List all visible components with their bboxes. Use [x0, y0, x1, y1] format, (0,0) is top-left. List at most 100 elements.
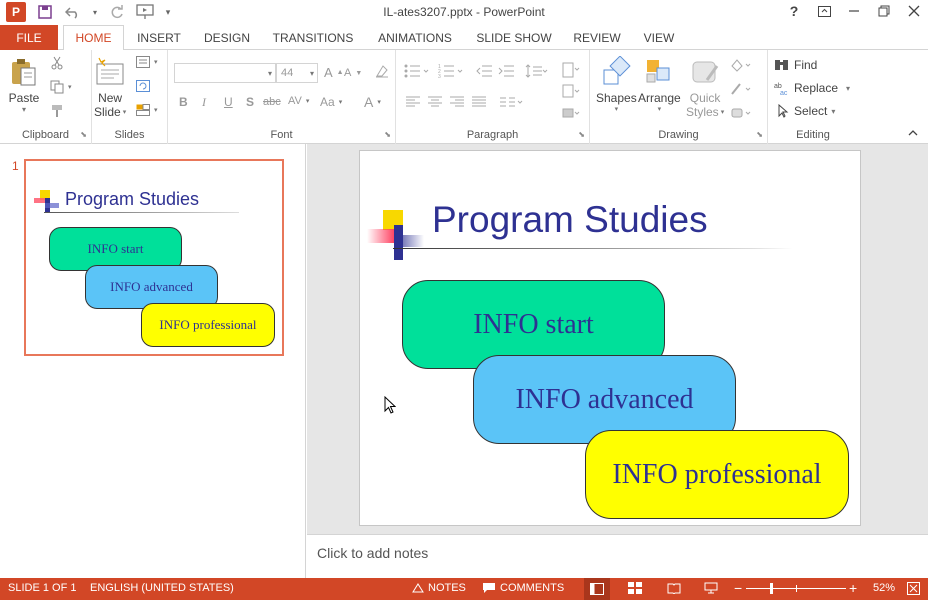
clipboard-launcher-icon[interactable]: ⬊ — [80, 130, 87, 139]
editing-group: Find ab ac Replace ▾ Select ▾ Editing — [768, 50, 858, 144]
paste-button[interactable]: Paste ▾ — [8, 56, 40, 114]
collapse-ribbon-icon[interactable] — [908, 128, 918, 139]
font-size-combo[interactable]: 44 ▾ — [276, 63, 318, 83]
font-color-button[interactable]: A ▾ — [364, 94, 381, 110]
text-direction-icon[interactable] — [562, 62, 580, 78]
replace-button[interactable]: ab ac Replace ▾ — [774, 81, 850, 95]
tab-review[interactable]: REVIEW — [568, 25, 626, 50]
notes-placeholder[interactable]: Click to add notes — [317, 545, 428, 561]
shape-fill-icon[interactable] — [730, 58, 752, 72]
close-icon[interactable] — [906, 2, 922, 20]
justify-icon[interactable] — [472, 96, 486, 108]
tab-view[interactable]: VIEW — [638, 25, 680, 50]
tab-home[interactable]: HOME — [63, 25, 124, 51]
zoom-level[interactable]: 52% — [873, 582, 895, 594]
slide-show-icon — [704, 582, 718, 594]
format-painter-button[interactable] — [50, 104, 64, 118]
shape-info-professional[interactable]: INFO professional — [585, 430, 849, 519]
reset-button[interactable] — [136, 80, 150, 92]
current-slide[interactable]: Program Studies INFO start INFO advanced… — [359, 150, 861, 526]
quick-styles-icon — [692, 61, 719, 83]
copy-button[interactable]: ▾ — [50, 80, 72, 94]
slide-title[interactable]: Program Studies — [432, 199, 708, 241]
select-button[interactable]: Select ▾ — [774, 104, 835, 118]
decrease-font-icon[interactable]: A ▼ — [344, 67, 362, 79]
character-spacing-button[interactable]: AV ▾ — [288, 95, 309, 107]
shadow-button[interactable]: S — [246, 95, 254, 109]
align-right-icon[interactable] — [450, 96, 464, 108]
tab-insert[interactable]: INSERT — [131, 25, 187, 50]
numbering-icon[interactable]: 123 — [438, 64, 464, 78]
help-icon[interactable]: ? — [786, 2, 802, 20]
clear-formatting-icon[interactable] — [374, 64, 390, 78]
zoom-slider-thumb[interactable] — [770, 583, 773, 594]
columns-icon[interactable] — [500, 96, 524, 108]
paragraph-launcher-icon[interactable]: ⬊ — [578, 130, 585, 139]
new-slide-label-1: New — [98, 91, 123, 105]
ribbon-display-icon[interactable] — [816, 2, 832, 20]
restore-icon[interactable] — [876, 2, 892, 20]
fit-to-window-button[interactable] — [907, 582, 920, 595]
slide-show-button[interactable] — [704, 582, 718, 594]
svg-text:ac: ac — [780, 90, 788, 95]
tab-slide-show[interactable]: SLIDE SHOW — [472, 25, 556, 50]
align-text-icon[interactable] — [562, 84, 580, 98]
slides-label: Slides — [114, 129, 145, 141]
section-button[interactable]: ▾ — [136, 104, 158, 116]
character-spacing-label: AV — [288, 95, 302, 107]
quick-styles-button[interactable]: Quick Styles ▾ — [686, 56, 724, 119]
comments-toggle[interactable]: COMMENTS — [482, 582, 564, 594]
smartart-icon[interactable] — [562, 106, 580, 120]
new-slide-button[interactable]: New Slide ▾ — [94, 56, 126, 119]
strikethrough-button[interactable]: abc — [263, 96, 281, 108]
shape-outline-icon[interactable] — [730, 82, 752, 96]
slide-sorter-button[interactable] — [628, 582, 642, 594]
bold-button[interactable]: B — [179, 95, 188, 109]
slide-info: SLIDE 1 OF 1 — [8, 582, 77, 594]
normal-view-button[interactable] — [584, 578, 610, 600]
font-launcher-icon[interactable]: ⬊ — [384, 130, 391, 139]
line-spacing-icon[interactable] — [524, 64, 548, 78]
layout-button[interactable]: ▾ — [136, 56, 158, 68]
replace-icon: abac — [774, 83, 788, 95]
increase-indent-icon[interactable] — [498, 64, 514, 78]
drawing-label: Drawing — [658, 129, 699, 141]
font-name-combo[interactable]: ▾ — [174, 63, 276, 83]
cut-button[interactable] — [50, 56, 64, 70]
character-spacing-dropdown-icon: ▾ — [305, 98, 310, 105]
notes-pane[interactable]: Click to add notes — [307, 534, 928, 578]
thumb-shape-info-professional: INFO professional — [141, 303, 275, 347]
align-left-icon[interactable] — [406, 96, 420, 108]
tab-design[interactable]: DESIGN — [198, 25, 256, 50]
shape-effects-icon[interactable] — [730, 106, 752, 120]
section-icon — [136, 104, 150, 116]
minimize-icon[interactable] — [846, 2, 862, 20]
arrange-button[interactable]: Arrange ▾ — [638, 56, 681, 113]
reset-icon — [136, 80, 150, 92]
align-center-icon[interactable] — [428, 96, 442, 108]
italic-button[interactable]: I — [202, 95, 206, 110]
tab-transitions[interactable]: TRANSITIONS — [268, 25, 358, 50]
change-case-dropdown-icon: ▾ — [338, 99, 343, 106]
find-button[interactable]: Find — [774, 58, 817, 72]
zoom-out-button[interactable]: − — [734, 580, 742, 596]
notes-toggle[interactable]: NOTES — [412, 582, 466, 594]
decrease-indent-icon[interactable] — [476, 64, 492, 78]
drawing-group: Shapes ▾ Arrange ▾ Quick Styles ▾ Drawing… — [590, 50, 768, 144]
reading-view-button[interactable] — [667, 582, 681, 594]
tab-animations[interactable]: ANIMATIONS — [369, 25, 461, 50]
increase-font-icon[interactable]: A ▲ — [324, 65, 344, 80]
zoom-in-button[interactable]: + — [849, 580, 857, 596]
bullets-icon[interactable] — [404, 64, 430, 78]
reading-view-icon — [667, 583, 681, 594]
slide-thumbnail-1[interactable]: Program Studies INFO start INFO advanced… — [24, 159, 284, 356]
fit-to-window-icon — [907, 582, 920, 595]
underline-button[interactable]: U — [224, 95, 233, 109]
drawing-launcher-icon[interactable]: ⬊ — [756, 130, 763, 139]
change-case-button[interactable]: Aa ▾ — [320, 95, 342, 109]
shapes-button[interactable]: Shapes ▾ — [596, 56, 637, 113]
cut-icon — [51, 56, 63, 70]
tab-file[interactable]: FILE — [0, 25, 58, 50]
comments-toggle-label: COMMENTS — [500, 582, 565, 594]
language-indicator[interactable]: ENGLISH (UNITED STATES) — [90, 582, 234, 594]
